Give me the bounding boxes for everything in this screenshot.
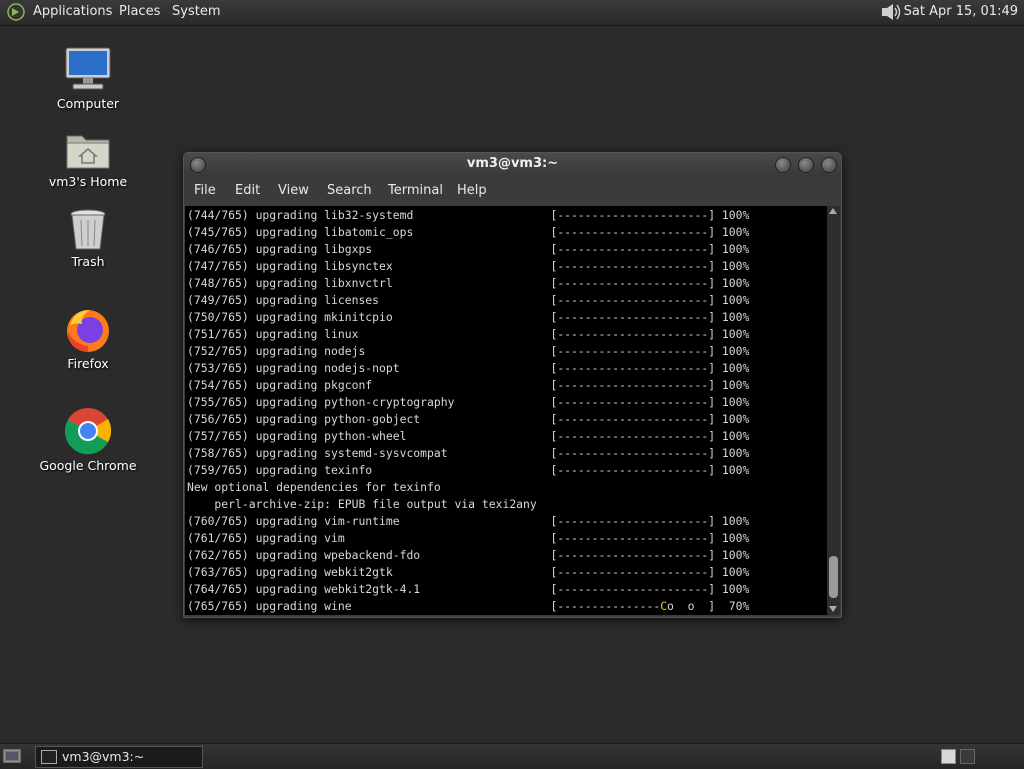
terminal-titlebar[interactable]: vm3@vm3:~ bbox=[184, 153, 841, 177]
chrome-icon bbox=[64, 408, 112, 455]
menu-places[interactable]: Places bbox=[119, 4, 160, 19]
terminal-window[interactable]: vm3@vm3:~ File Edit View Search Terminal… bbox=[183, 152, 842, 618]
window-title: vm3@vm3:~ bbox=[466, 156, 559, 171]
clock[interactable]: Sat Apr 15, 01:49 bbox=[904, 4, 1018, 19]
close-button[interactable] bbox=[821, 157, 837, 173]
bottom-panel: vm3@vm3:~ bbox=[0, 743, 1024, 769]
desktop-icon-firefox[interactable]: Firefox bbox=[33, 306, 143, 371]
terminal-line: (745/765) upgrading libatomic_ops [-----… bbox=[187, 225, 750, 239]
workspace-1[interactable] bbox=[941, 749, 956, 764]
home-folder-icon bbox=[66, 135, 110, 169]
menu-system[interactable]: System bbox=[172, 4, 220, 19]
maximize-button[interactable] bbox=[798, 157, 814, 173]
terminal-line: (748/765) upgrading libxnvctrl [--------… bbox=[187, 276, 750, 290]
terminal-line: (758/765) upgrading systemd-sysvcompat [… bbox=[187, 446, 750, 460]
taskbar-terminal-button[interactable]: vm3@vm3:~ bbox=[35, 746, 203, 768]
menu-search[interactable]: Search bbox=[327, 183, 372, 198]
minimize-button[interactable] bbox=[775, 157, 791, 173]
show-desktop-icon[interactable] bbox=[3, 748, 21, 764]
terminal-line: (752/765) upgrading nodejs [------------… bbox=[187, 344, 750, 358]
menu-view[interactable]: View bbox=[278, 183, 309, 198]
terminal-line: (763/765) upgrading webkit2gtk [--------… bbox=[187, 565, 750, 579]
scrollbar-thumb[interactable] bbox=[829, 556, 838, 598]
menu-applications[interactable]: Applications bbox=[33, 4, 112, 19]
terminal-line: (756/765) upgrading python-gobject [----… bbox=[187, 412, 750, 426]
terminal-line: New optional dependencies for texinfo bbox=[187, 480, 441, 494]
desktop-icon-chrome[interactable]: Google Chrome bbox=[33, 406, 143, 473]
terminal-line: (764/765) upgrading webkit2gtk-4.1 [----… bbox=[187, 582, 750, 596]
terminal-line: (762/765) upgrading wpebackend-fdo [----… bbox=[187, 548, 750, 562]
terminal-line: (750/765) upgrading mkinitcpio [--------… bbox=[187, 310, 750, 324]
terminal-menubar: File Edit View Search Terminal Help bbox=[184, 177, 841, 205]
menu-file[interactable]: File bbox=[194, 183, 216, 198]
terminal-line: (761/765) upgrading vim [---------------… bbox=[187, 531, 750, 545]
terminal-line: (757/765) upgrading python-wheel [------… bbox=[187, 429, 750, 443]
taskbar-button-label: vm3@vm3:~ bbox=[62, 749, 145, 764]
scroll-up-arrow-icon[interactable] bbox=[829, 208, 837, 214]
terminal-line-progress: (765/765) upgrading wine [--------------… bbox=[187, 599, 749, 613]
progress-line-prefix: (765/765) upgrading wine [--------------… bbox=[187, 599, 661, 613]
terminal-scrollbar[interactable] bbox=[827, 206, 840, 615]
terminal-line: (755/765) upgrading python-cryptography … bbox=[187, 395, 750, 409]
desktop-icon-computer[interactable]: Computer bbox=[33, 46, 143, 111]
desktop-icon-label: Google Chrome bbox=[39, 458, 137, 473]
terminal-line: (753/765) upgrading nodejs-nopt [-------… bbox=[187, 361, 750, 375]
terminal-line: (749/765) upgrading licenses [----------… bbox=[187, 293, 750, 307]
top-panel: Applications Places System Sat Apr 15, 0… bbox=[0, 0, 1024, 26]
volume-icon[interactable] bbox=[880, 2, 902, 22]
menu-help[interactable]: Help bbox=[457, 183, 487, 198]
desktop-icon-label: vm3's Home bbox=[48, 174, 128, 189]
terminal-line: perl-archive-zip: EPUB file output via t… bbox=[187, 497, 537, 511]
terminal-output[interactable]: (744/765) upgrading lib32-systemd [-----… bbox=[185, 206, 827, 615]
scroll-down-arrow-icon[interactable] bbox=[829, 606, 837, 612]
terminal-line: (751/765) upgrading linux [-------------… bbox=[187, 327, 750, 341]
terminal-line: (746/765) upgrading libgxps [-----------… bbox=[187, 242, 750, 256]
terminal-line: (760/765) upgrading vim-runtime [-------… bbox=[187, 514, 750, 528]
terminal-line: (754/765) upgrading pkgconf [-----------… bbox=[187, 378, 750, 392]
terminal-line: (744/765) upgrading lib32-systemd [-----… bbox=[187, 208, 750, 222]
terminal-line: (759/765) upgrading texinfo [-----------… bbox=[187, 463, 750, 477]
desktop-icon-label: Computer bbox=[56, 96, 120, 111]
progress-line-suffix: o o ] 70% bbox=[667, 599, 750, 613]
menu-edit[interactable]: Edit bbox=[235, 183, 260, 198]
computer-icon bbox=[65, 47, 111, 90]
terminal-app-icon bbox=[41, 750, 57, 764]
desktop-icon-home[interactable]: vm3's Home bbox=[33, 128, 143, 189]
desktop-icon-label: Firefox bbox=[67, 356, 109, 371]
firefox-icon bbox=[67, 310, 109, 352]
applications-logo-icon[interactable] bbox=[6, 3, 26, 21]
terminal-line: (747/765) upgrading libsynctex [--------… bbox=[187, 259, 750, 273]
workspace-2[interactable] bbox=[960, 749, 975, 764]
desktop-icon-trash[interactable]: Trash bbox=[33, 208, 143, 269]
menu-terminal[interactable]: Terminal bbox=[388, 183, 443, 198]
desktop-icon-label: Trash bbox=[71, 254, 105, 269]
trash-icon bbox=[70, 209, 106, 250]
